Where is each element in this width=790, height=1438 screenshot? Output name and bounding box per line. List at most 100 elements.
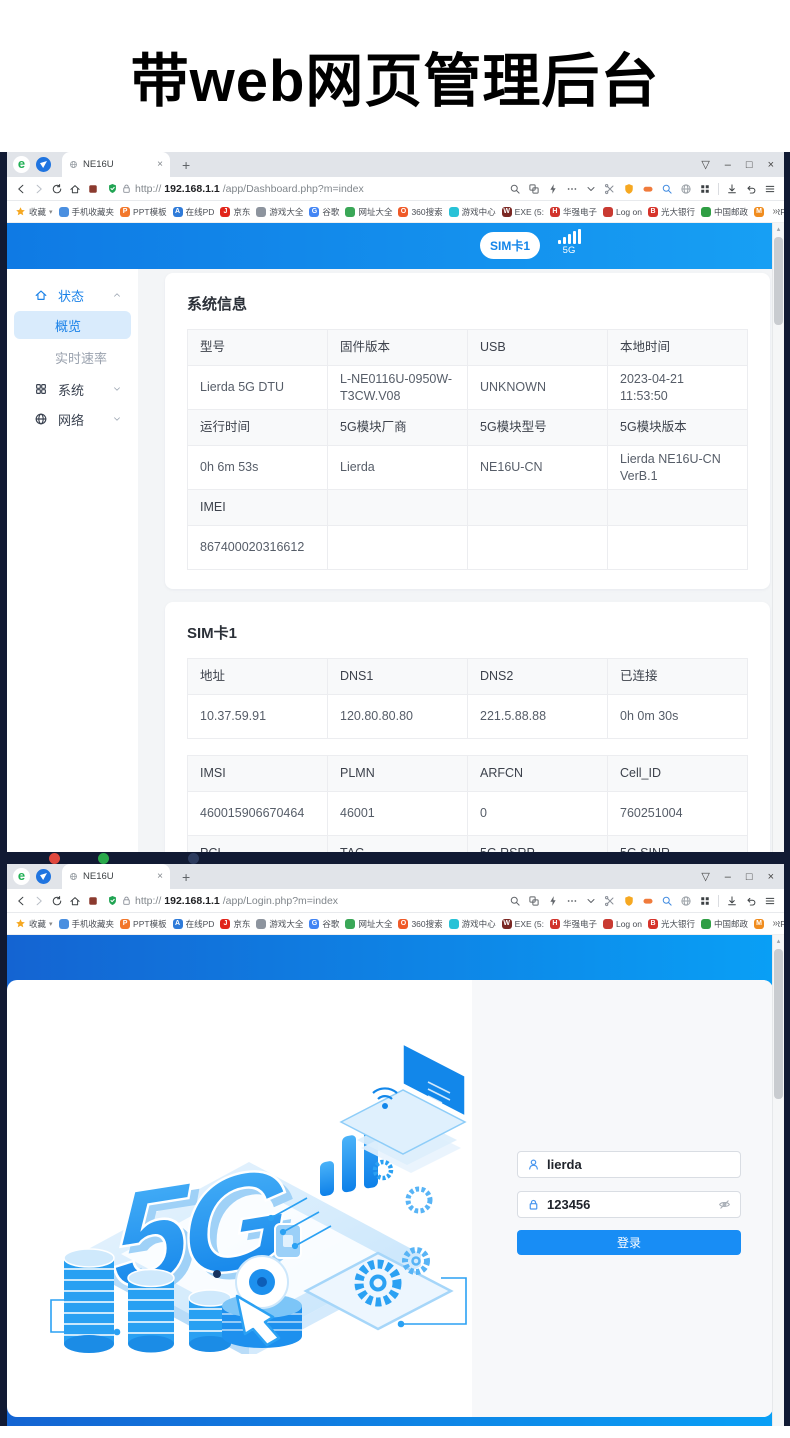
search-icon[interactable] (661, 183, 673, 195)
minimize-button[interactable]: – (725, 159, 731, 171)
refresh-icon[interactable] (51, 895, 63, 907)
bookmark-item[interactable]: Log on (603, 919, 642, 929)
zoom-icon[interactable] (509, 895, 521, 907)
browser-tab[interactable]: NE16U× (62, 152, 170, 177)
maximize-button[interactable]: □ (746, 159, 753, 171)
sidebar-subitem-概览[interactable]: 概览 (14, 311, 131, 339)
bookmark-item[interactable]: G谷歌 (309, 206, 339, 218)
bookmark-item[interactable]: 网址大全 (345, 918, 392, 930)
tab-close-icon[interactable]: × (157, 871, 163, 882)
games-icon[interactable] (642, 895, 654, 907)
more-icon[interactable] (566, 183, 578, 195)
bookmark-item[interactable]: WEXE (5: (502, 919, 544, 929)
bookmark-item[interactable]: 收藏▾ (15, 206, 53, 218)
expand-icon[interactable] (585, 183, 597, 195)
translate-icon[interactable] (528, 183, 540, 195)
minimize-button[interactable]: – (725, 871, 731, 883)
sidebar-subitem-实时速率[interactable]: 实时速率 (7, 340, 138, 374)
username-field[interactable]: lierda (517, 1151, 741, 1178)
menu-icon[interactable] (764, 183, 776, 195)
favorites-icon[interactable] (87, 183, 99, 195)
sidebar-item-网络[interactable]: 网络 (7, 404, 138, 434)
apps-icon[interactable] (699, 183, 711, 195)
url-bar[interactable]: http://192.168.1.1/app/Dashboard.php?m=i… (107, 183, 501, 195)
close-button[interactable]: × (768, 871, 774, 883)
password-field[interactable]: 123456 (517, 1191, 741, 1218)
search-icon[interactable] (661, 895, 673, 907)
zoom-icon[interactable] (509, 183, 521, 195)
forward-icon[interactable] (33, 183, 45, 195)
bookmarks-overflow-chevron[interactable]: » (767, 913, 778, 934)
new-tab-button[interactable]: + (182, 869, 190, 885)
skin-button[interactable]: ▽ (701, 158, 709, 171)
scroll-up-icon[interactable]: ▴ (773, 223, 784, 236)
restore-icon[interactable] (745, 895, 757, 907)
favorites-icon[interactable] (87, 895, 99, 907)
bookmark-item[interactable]: 收藏▾ (15, 918, 53, 930)
tab-close-icon[interactable]: × (157, 159, 163, 170)
guard-icon[interactable] (623, 895, 635, 907)
screenshot-icon[interactable] (604, 183, 616, 195)
bookmark-item[interactable]: 手机收藏夹 (59, 918, 115, 930)
bookmark-item[interactable]: G谷歌 (309, 918, 339, 930)
bookmark-item[interactable]: B光大银行 (648, 206, 695, 218)
bookmark-item[interactable]: 中国邮政 (701, 918, 748, 930)
refresh-icon[interactable] (51, 183, 63, 195)
skin-button[interactable]: ▽ (701, 870, 709, 883)
browser-logo-icon[interactable]: e (13, 868, 30, 885)
toggle-password-eye-icon[interactable] (718, 1198, 731, 1211)
scrollbar-thumb[interactable] (774, 237, 783, 325)
bookmark-item[interactable]: J京东 (220, 206, 250, 218)
page-scrollbar[interactable]: ▴ (772, 223, 784, 852)
bookmarks-overflow-chevron[interactable]: » (767, 201, 778, 222)
games-icon[interactable] (642, 183, 654, 195)
sim-card-button[interactable]: SIM卡1 (480, 232, 540, 259)
bookmark-item[interactable]: H华强电子 (550, 918, 597, 930)
bookmark-item[interactable]: B光大银行 (648, 918, 695, 930)
bookmark-item[interactable]: J京东 (220, 918, 250, 930)
browser-assistant-icon[interactable] (36, 869, 51, 884)
new-tab-button[interactable]: + (182, 157, 190, 173)
browser-logo-icon[interactable]: e (13, 156, 30, 173)
browser-tab[interactable]: NE16U× (62, 864, 170, 889)
sidebar-item-系统[interactable]: 系统 (7, 374, 138, 404)
download-icon[interactable] (726, 183, 738, 195)
scrollbar-thumb[interactable] (774, 949, 783, 1099)
scroll-up-icon[interactable]: ▴ (773, 935, 784, 948)
apps-icon[interactable] (699, 895, 711, 907)
back-icon[interactable] (15, 183, 27, 195)
screenshot-icon[interactable] (604, 895, 616, 907)
bookmark-item[interactable]: 手机收藏夹 (59, 206, 115, 218)
url-bar[interactable]: http://192.168.1.1/app/Login.php?m=index (107, 895, 501, 907)
bookmark-item[interactable]: 中国邮政 (701, 206, 748, 218)
home-icon[interactable] (69, 895, 81, 907)
bookmark-item[interactable]: WEXE (5: (502, 207, 544, 217)
more-icon[interactable] (566, 895, 578, 907)
bookmark-item[interactable]: H华强电子 (550, 206, 597, 218)
browser-assistant-icon[interactable] (36, 157, 51, 172)
bookmark-item[interactable]: PPPT模板 (120, 206, 167, 218)
bookmark-item[interactable]: 游戏中心 (449, 918, 496, 930)
flash-icon[interactable] (547, 183, 559, 195)
bookmark-item[interactable]: A在线PD (173, 918, 215, 930)
bookmark-item[interactable]: 游戏大全 (256, 206, 303, 218)
bookmark-item[interactable]: 游戏中心 (449, 206, 496, 218)
bookmark-item[interactable]: O360搜索 (398, 918, 442, 930)
back-icon[interactable] (15, 895, 27, 907)
login-button[interactable]: 登录 (517, 1230, 741, 1255)
maximize-button[interactable]: □ (746, 871, 753, 883)
bookmark-item[interactable]: PPPT模板 (120, 918, 167, 930)
expand-icon[interactable] (585, 895, 597, 907)
bookmark-item[interactable]: A在线PD (173, 206, 215, 218)
sidebar-item-状态[interactable]: 状态 (7, 280, 138, 310)
close-button[interactable]: × (768, 159, 774, 171)
bookmark-item[interactable]: O360搜索 (398, 206, 442, 218)
extensions-icon[interactable] (680, 183, 692, 195)
menu-icon[interactable] (764, 895, 776, 907)
translate-icon[interactable] (528, 895, 540, 907)
bookmark-item[interactable]: 游戏大全 (256, 918, 303, 930)
restore-icon[interactable] (745, 183, 757, 195)
page-scrollbar[interactable]: ▴ (772, 935, 784, 1426)
forward-icon[interactable] (33, 895, 45, 907)
extensions-icon[interactable] (680, 895, 692, 907)
